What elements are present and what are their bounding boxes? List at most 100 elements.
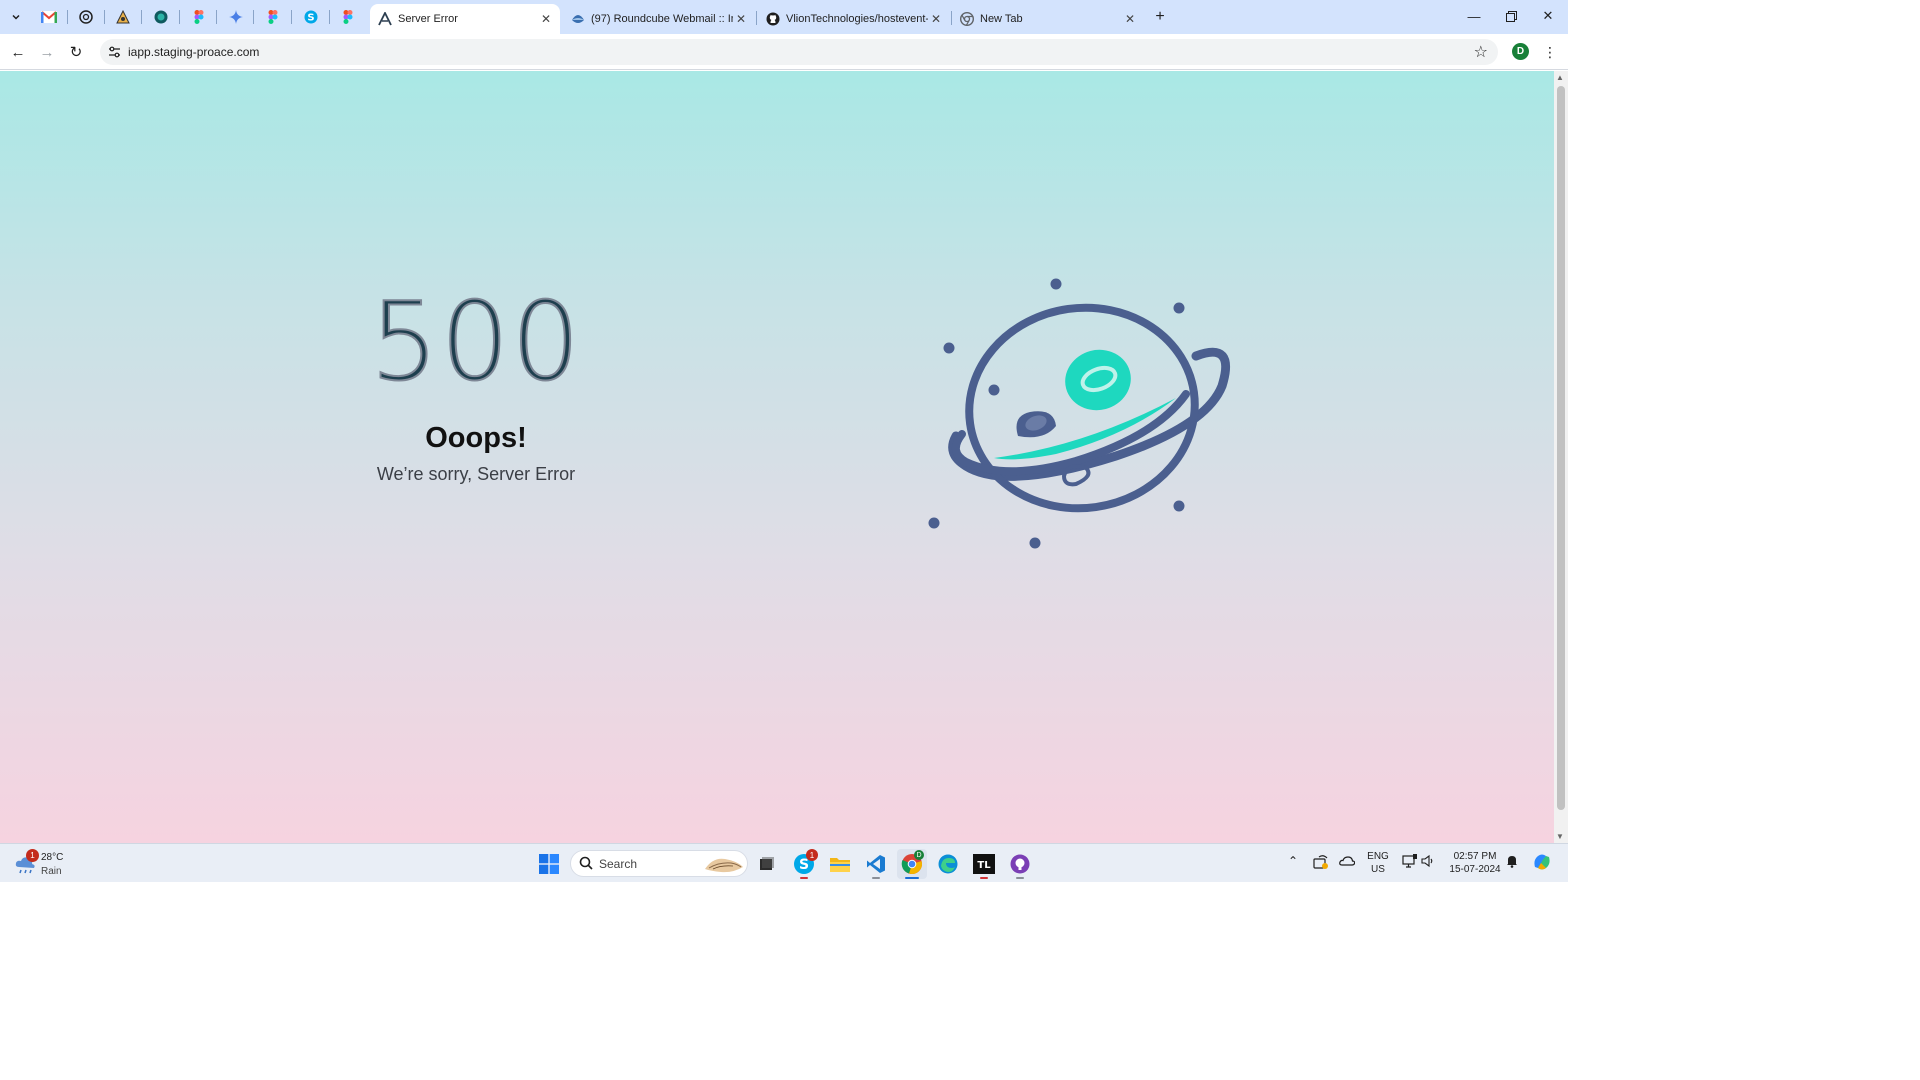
star-dot bbox=[1050, 278, 1062, 290]
tab-github[interactable]: VlionTechnologies/hostevent-fl ✕ bbox=[758, 4, 950, 34]
search-icon bbox=[579, 856, 593, 870]
scrollbar-thumb[interactable] bbox=[1557, 86, 1565, 810]
restore-icon bbox=[1505, 10, 1517, 22]
restore-button[interactable] bbox=[1493, 4, 1529, 28]
figma-icon bbox=[268, 10, 278, 24]
error-heading: Ooops! bbox=[425, 422, 527, 454]
profile-avatar[interactable]: D bbox=[1512, 43, 1529, 60]
tab-title: VlionTechnologies/hostevent-fl bbox=[786, 13, 928, 25]
page-scrollbar[interactable]: ▲ ▼ bbox=[1554, 71, 1568, 843]
taskbar-chrome[interactable]: D bbox=[897, 849, 927, 879]
taskbar-teamlogger[interactable]: TL bbox=[969, 849, 999, 879]
minimize-icon: — bbox=[1467, 8, 1481, 24]
windows-taskbar: 1 28°C Rain Search S 1 D TL ⌃ ENG US 02:… bbox=[0, 843, 1568, 882]
taskbar-edge[interactable] bbox=[933, 849, 963, 879]
tab-new-tab[interactable]: New Tab ✕ bbox=[952, 4, 1144, 34]
error-code: 500 bbox=[369, 280, 583, 405]
gemini-icon bbox=[229, 10, 243, 24]
svg-text:S: S bbox=[307, 13, 314, 24]
browser-menu-icon[interactable]: ⋮ bbox=[1540, 42, 1560, 62]
onedrive-cloud-icon[interactable] bbox=[1339, 854, 1356, 869]
pinned-tab-globe[interactable] bbox=[148, 7, 174, 27]
copilot-icon[interactable] bbox=[1532, 852, 1552, 875]
forward-button[interactable]: → bbox=[35, 40, 59, 64]
url-text[interactable]: iapp.staging-proace.com bbox=[128, 45, 259, 59]
tab-strip: S Server Error ✕ (97) Roundcube Webmail … bbox=[0, 0, 1568, 34]
taskbar-skype[interactable]: S 1 bbox=[789, 849, 819, 879]
search-label: Search bbox=[599, 857, 638, 871]
taskbar-github-desktop[interactable] bbox=[1005, 849, 1035, 879]
vscode-icon bbox=[867, 855, 885, 873]
close-window-button[interactable]: ✕ bbox=[1530, 4, 1566, 28]
minimize-button[interactable]: — bbox=[1456, 4, 1492, 28]
taskbar-clock[interactable]: 02:57 PM 15-07-2024 bbox=[1442, 850, 1508, 876]
scroll-up-arrow-icon[interactable]: ▲ bbox=[1556, 73, 1564, 82]
edge-icon bbox=[938, 854, 958, 874]
star-dot bbox=[1173, 302, 1185, 314]
github-desktop-icon bbox=[1010, 854, 1030, 874]
pinned-tab-app[interactable] bbox=[110, 7, 136, 27]
tab-search-button[interactable] bbox=[6, 7, 26, 27]
chatgpt-icon bbox=[79, 10, 93, 24]
tab-title: Server Error bbox=[398, 13, 458, 25]
volume-icon[interactable] bbox=[1421, 854, 1435, 871]
region-code: US bbox=[1371, 864, 1385, 875]
planet-illustration bbox=[928, 278, 1231, 549]
app-icon bbox=[116, 10, 130, 24]
teamlogger-icon: TL bbox=[973, 854, 995, 874]
pinned-tab-chatgpt[interactable] bbox=[73, 7, 99, 27]
figma-icon bbox=[194, 10, 204, 24]
folder-icon bbox=[830, 858, 850, 872]
task-view-icon bbox=[760, 857, 774, 870]
pinned-tab-skype[interactable]: S bbox=[298, 7, 324, 27]
pinned-tab-gmail[interactable] bbox=[36, 7, 62, 27]
close-tab-icon[interactable]: ✕ bbox=[733, 11, 749, 27]
input-language-indicator[interactable]: ENG US bbox=[1364, 850, 1392, 876]
tab-roundcube[interactable]: (97) Roundcube Webmail :: Inbox ✕ bbox=[563, 4, 755, 34]
language-code: ENG bbox=[1367, 851, 1389, 862]
pinned-tab-figma-3[interactable] bbox=[335, 7, 361, 27]
error-message: We’re sorry, Server Error bbox=[376, 464, 576, 484]
show-hidden-icons-chevron-icon[interactable]: ⌃ bbox=[1288, 854, 1298, 868]
skype-notification-badge: 1 bbox=[806, 849, 818, 861]
pinned-tab-figma[interactable] bbox=[186, 7, 212, 27]
clock-time: 02:57 PM bbox=[1453, 851, 1497, 862]
scroll-down-arrow-icon[interactable]: ▼ bbox=[1556, 832, 1564, 841]
gmail-icon bbox=[41, 11, 57, 23]
taskbar-file-explorer[interactable] bbox=[825, 849, 855, 879]
close-tab-icon[interactable]: ✕ bbox=[928, 11, 944, 27]
tab-title: (97) Roundcube Webmail :: Inbox bbox=[591, 13, 733, 25]
taskbar-search-box[interactable]: Search bbox=[570, 850, 748, 877]
notification-bell-icon[interactable] bbox=[1506, 854, 1518, 871]
back-button[interactable]: ← bbox=[6, 40, 30, 64]
chrome-icon bbox=[960, 12, 974, 26]
site-settings-icon[interactable] bbox=[106, 44, 122, 60]
bookmark-star-icon[interactable]: ☆ bbox=[1474, 42, 1488, 62]
github-icon bbox=[766, 12, 780, 26]
skype-icon: S bbox=[304, 10, 318, 24]
sync-icon[interactable] bbox=[1313, 854, 1329, 873]
proace-logo-icon bbox=[378, 12, 392, 26]
close-tab-icon[interactable]: ✕ bbox=[538, 11, 554, 27]
weather-alert-badge: 1 bbox=[26, 849, 39, 862]
star-dot bbox=[1173, 500, 1185, 512]
reload-button[interactable]: ↻ bbox=[64, 40, 88, 64]
network-icon[interactable] bbox=[1402, 854, 1418, 871]
pinned-tab-gemini[interactable] bbox=[223, 7, 249, 27]
browser-toolbar: ← → ↻ iapp.staging-proace.com ☆ bbox=[0, 34, 1568, 70]
address-bar[interactable]: iapp.staging-proace.com ☆ bbox=[100, 39, 1498, 65]
clock-date: 15-07-2024 bbox=[1449, 864, 1501, 875]
reload-icon: ↻ bbox=[69, 44, 83, 61]
close-tab-icon[interactable]: ✕ bbox=[1122, 11, 1138, 27]
chevron-down-icon bbox=[12, 14, 20, 20]
taskbar-vscode[interactable] bbox=[861, 849, 891, 879]
new-tab-button[interactable]: + bbox=[1150, 7, 1170, 27]
start-button[interactable] bbox=[534, 849, 564, 879]
weather-widget[interactable]: 1 28°C Rain bbox=[14, 849, 84, 879]
plus-icon: + bbox=[1155, 8, 1165, 25]
pinned-tab-figma-2[interactable] bbox=[260, 7, 286, 27]
tab-server-error[interactable]: Server Error ✕ bbox=[370, 4, 560, 34]
star-dot bbox=[1029, 537, 1041, 549]
figma-icon bbox=[343, 10, 353, 24]
task-view-button[interactable] bbox=[752, 849, 782, 879]
